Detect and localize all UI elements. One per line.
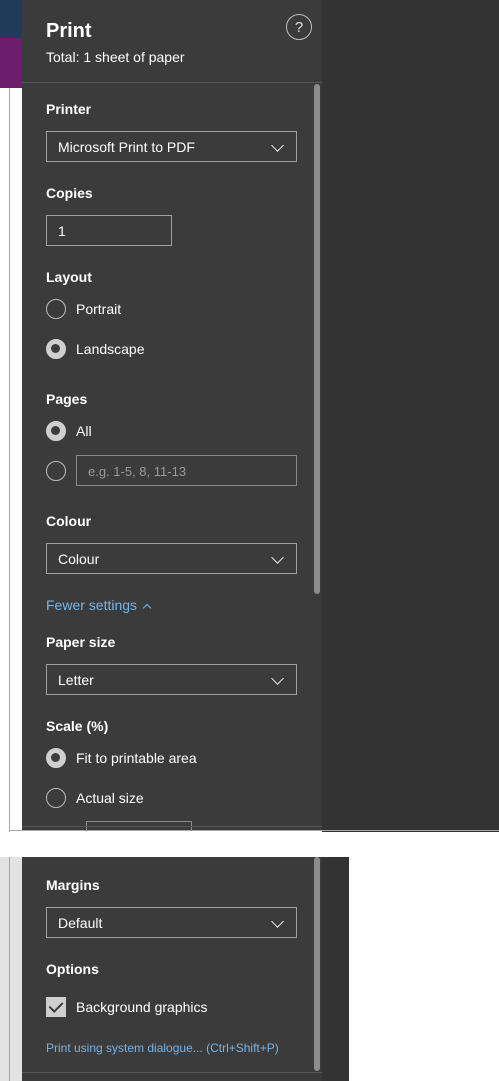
divider <box>22 826 322 827</box>
chevron-down-icon <box>271 139 284 152</box>
paper-size-select[interactable]: Letter <box>46 664 297 695</box>
print-header: Print Total: 1 sheet of paper ? <box>22 0 322 83</box>
scrollbar[interactable] <box>314 84 320 594</box>
scrollbar[interactable] <box>314 857 320 1071</box>
page-title: Print <box>46 20 92 42</box>
scale-actual-label[interactable]: Actual size <box>76 790 144 806</box>
colour-value: Colour <box>58 551 100 567</box>
chevron-down-icon <box>271 551 284 564</box>
chevron-down-icon <box>271 672 284 685</box>
options-label: Options <box>46 961 99 977</box>
layout-label: Layout <box>46 269 92 285</box>
divider <box>9 830 499 831</box>
printer-value: Microsoft Print to PDF <box>58 139 195 155</box>
printer-label: Printer <box>46 101 92 117</box>
copies-label: Copies <box>46 185 93 201</box>
layout-landscape-radio[interactable] <box>46 339 66 359</box>
margins-label: Margins <box>46 877 100 893</box>
pages-all-radio[interactable] <box>46 421 66 441</box>
divider <box>22 1072 322 1073</box>
browser-toolbar-strip <box>0 0 22 38</box>
print-window-bottom: Margins Default Options Background graph… <box>0 857 349 1081</box>
print-settings-panel: Margins Default Options Background graph… <box>22 857 322 1081</box>
fewer-settings-link[interactable]: Fewer settings <box>46 597 152 613</box>
pages-range-input[interactable]: e.g. 1-5, 8, 11-13 <box>76 455 297 486</box>
layout-landscape-label[interactable]: Landscape <box>76 341 145 357</box>
margins-select[interactable]: Default <box>46 907 297 938</box>
checkmark-icon <box>48 998 64 1013</box>
scale-fit-label[interactable]: Fit to printable area <box>76 750 197 766</box>
background-graphics-label[interactable]: Background graphics <box>76 999 208 1015</box>
copies-input[interactable]: 1 <box>46 215 172 246</box>
chevron-down-icon <box>271 915 284 928</box>
background-graphics-checkbox[interactable] <box>46 997 66 1017</box>
print-preview-area <box>322 857 349 1081</box>
divider <box>9 857 10 1081</box>
layout-portrait-radio[interactable] <box>46 299 66 319</box>
page-header-strip <box>0 38 22 88</box>
fewer-settings-label: Fewer settings <box>46 597 138 613</box>
page-background <box>0 857 22 1081</box>
print-window-top: Print Total: 1 sheet of paper ? Printer … <box>0 0 499 832</box>
paper-size-value: Letter <box>58 672 94 688</box>
colour-select[interactable]: Colour <box>46 543 297 574</box>
colour-label: Colour <box>46 513 92 529</box>
system-dialog-link[interactable]: Print using system dialogue... (Ctrl+Shi… <box>46 1041 279 1055</box>
help-icon[interactable]: ? <box>286 14 312 40</box>
copies-value: 1 <box>58 223 66 239</box>
divider <box>9 88 10 832</box>
chevron-up-icon <box>142 603 152 613</box>
page-background <box>0 0 22 832</box>
margins-value: Default <box>58 915 103 931</box>
scale-actual-radio[interactable] <box>46 788 66 808</box>
printer-select[interactable]: Microsoft Print to PDF <box>46 131 297 162</box>
scale-label: Scale (%) <box>46 718 109 734</box>
pages-label: Pages <box>46 391 88 407</box>
pages-custom-radio[interactable] <box>46 461 66 481</box>
layout-portrait-label[interactable]: Portrait <box>76 301 121 317</box>
pages-all-label[interactable]: All <box>76 423 92 439</box>
scale-fit-radio[interactable] <box>46 748 66 768</box>
pages-range-placeholder: e.g. 1-5, 8, 11-13 <box>88 464 187 479</box>
print-settings-panel: Print Total: 1 sheet of paper ? Printer … <box>22 0 322 831</box>
paper-size-label: Paper size <box>46 634 116 650</box>
sheet-count: Total: 1 sheet of paper <box>46 49 185 65</box>
print-preview-area <box>322 0 499 832</box>
